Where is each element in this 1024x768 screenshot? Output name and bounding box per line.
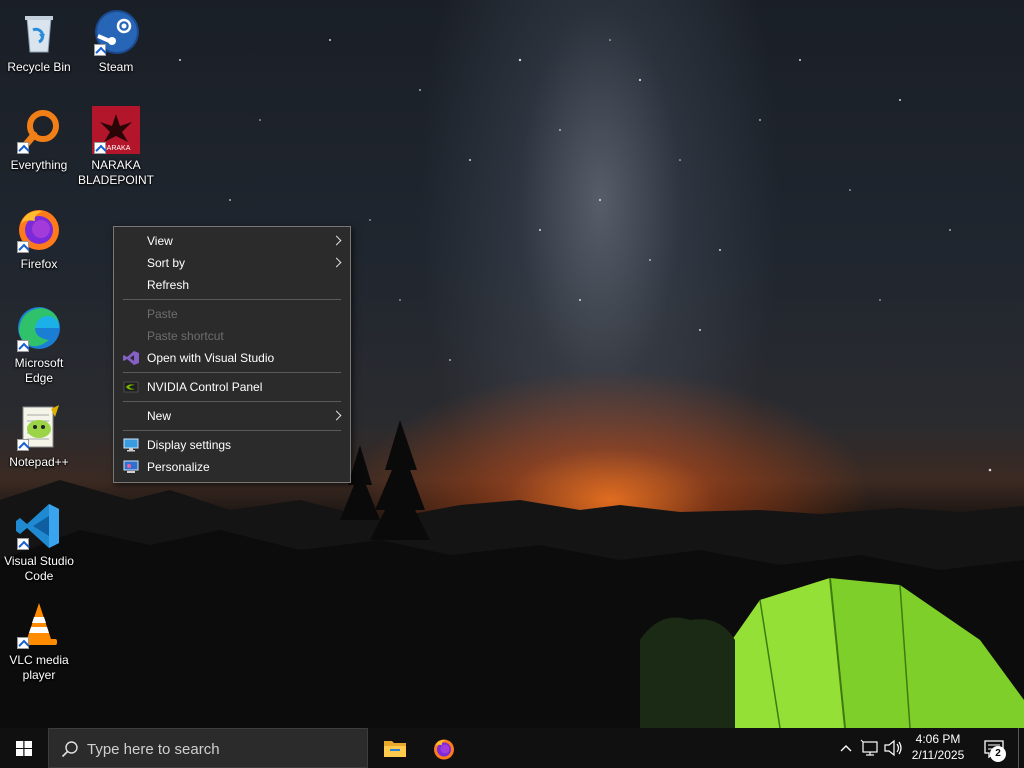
desktop-icon-label: Recycle Bin — [7, 60, 71, 74]
show-desktop-button[interactable] — [1018, 728, 1024, 768]
desktop-icon-steam[interactable]: Steam — [78, 8, 154, 75]
everything-search-icon — [15, 106, 63, 154]
taskbar-search-box[interactable] — [48, 728, 368, 768]
taskbar: 4:06 PM 2/11/2025 2 — [0, 728, 1024, 768]
notepad-plus-plus-icon — [15, 403, 63, 451]
search-input[interactable] — [87, 738, 357, 760]
shortcut-arrow-icon — [17, 241, 29, 253]
menu-item-label: View — [147, 234, 173, 248]
menu-item-label: New — [147, 409, 172, 423]
start-button[interactable] — [0, 728, 48, 768]
submenu-chevron-icon — [331, 257, 342, 268]
action-center-button[interactable]: 2 — [976, 728, 1016, 768]
taskbar-app-file-explorer[interactable] — [370, 728, 418, 768]
display-icon — [123, 438, 139, 452]
menu-item-refresh[interactable]: Refresh — [114, 274, 350, 296]
vlc-icon — [15, 601, 63, 649]
desktop-icon-visual-studio-code[interactable]: Visual Studio Code — [1, 502, 77, 584]
vscode-icon — [15, 502, 63, 550]
notification-count-badge: 2 — [990, 746, 1006, 762]
desktop-icon-label: NARAKA BLADEPOINT — [77, 158, 155, 187]
menu-item-display-settings[interactable]: Display settings — [114, 434, 350, 456]
taskbar-app-firefox[interactable] — [419, 728, 467, 768]
desktop-icon-label: Everything — [10, 158, 68, 172]
shortcut-arrow-icon — [94, 44, 106, 56]
menu-item-label: NVIDIA Control Panel — [147, 380, 263, 394]
desktop-icon-recycle-bin[interactable]: Recycle Bin — [1, 8, 77, 75]
taskbar-clock[interactable]: 4:06 PM 2/11/2025 — [900, 731, 976, 765]
menu-item-label: Sort by — [147, 256, 186, 270]
menu-separator — [123, 401, 341, 402]
desktop-icon-label: Notepad++ — [9, 455, 69, 469]
edge-icon — [15, 304, 63, 352]
menu-separator — [123, 430, 341, 431]
desktop-icon-label: Visual Studio Code — [4, 554, 74, 583]
desktop-context-menu: View Sort by Refresh Paste Paste shortcu… — [113, 226, 351, 483]
menu-item-new[interactable]: New — [114, 405, 350, 427]
shortcut-arrow-icon — [94, 142, 106, 154]
menu-item-personalize[interactable]: Personalize — [114, 456, 350, 478]
clock-time: 4:06 PM — [915, 732, 961, 746]
menu-item-sort-by[interactable]: Sort by — [114, 252, 350, 274]
menu-separator — [123, 299, 341, 300]
network-icon — [860, 739, 878, 756]
shortcut-arrow-icon — [17, 637, 29, 649]
menu-item-label: Open with Visual Studio — [147, 351, 275, 365]
show-hidden-icons-button[interactable] — [836, 728, 856, 768]
network-button[interactable] — [858, 728, 882, 768]
submenu-chevron-icon — [331, 235, 342, 246]
submenu-chevron-icon — [331, 410, 342, 421]
nvidia-icon — [123, 381, 139, 393]
menu-item-paste: Paste — [114, 303, 350, 325]
search-icon — [61, 741, 78, 758]
firefox-icon — [15, 205, 63, 253]
firefox-icon — [434, 739, 454, 760]
clock-date: 2/11/2025 — [911, 748, 965, 762]
visual-studio-icon — [123, 351, 139, 365]
desktop-icon-microsoft-edge[interactable]: Microsoft Edge — [1, 304, 77, 386]
menu-item-view[interactable]: View — [114, 230, 350, 252]
desktop-icon-vlc-media-player[interactable]: VLC media player — [1, 601, 77, 683]
desktop-icon-label: VLC media player — [9, 653, 69, 682]
windows-logo-icon — [16, 741, 32, 756]
menu-separator — [123, 372, 341, 373]
shortcut-arrow-icon — [17, 340, 29, 352]
menu-item-label: Personalize — [147, 460, 210, 474]
desktop-icon-naraka-bladepoint[interactable]: NARAKA NARAKA BLADEPOINT — [78, 106, 154, 188]
desktop-icon-notepad-plus-plus[interactable]: Notepad++ — [1, 403, 77, 470]
desktop-icon-firefox[interactable]: Firefox — [1, 205, 77, 272]
desktop-icon-label: Microsoft Edge — [14, 356, 64, 385]
menu-item-nvidia-control-panel[interactable]: NVIDIA Control Panel — [114, 376, 350, 398]
menu-item-label: Refresh — [147, 278, 190, 292]
shortcut-arrow-icon — [17, 439, 29, 451]
recycle-bin-icon — [15, 8, 63, 56]
menu-item-paste-shortcut: Paste shortcut — [114, 325, 350, 347]
naraka-bladepoint-icon: NARAKA — [92, 106, 140, 154]
menu-item-open-with-visual-studio[interactable]: Open with Visual Studio — [114, 347, 350, 369]
menu-item-label: Display settings — [147, 438, 232, 452]
desktop-icon-label: Firefox — [20, 257, 58, 271]
menu-item-label: Paste shortcut — [147, 329, 224, 343]
folder-icon — [384, 741, 406, 757]
personalize-icon — [123, 460, 139, 473]
steam-icon — [92, 8, 140, 56]
shortcut-arrow-icon — [17, 538, 29, 550]
desktop-icon-label: Steam — [98, 60, 134, 74]
menu-item-label: Paste — [147, 307, 178, 321]
desktop-icon-everything[interactable]: Everything — [1, 106, 77, 173]
shortcut-arrow-icon — [17, 142, 29, 154]
chevron-up-icon — [840, 745, 852, 752]
